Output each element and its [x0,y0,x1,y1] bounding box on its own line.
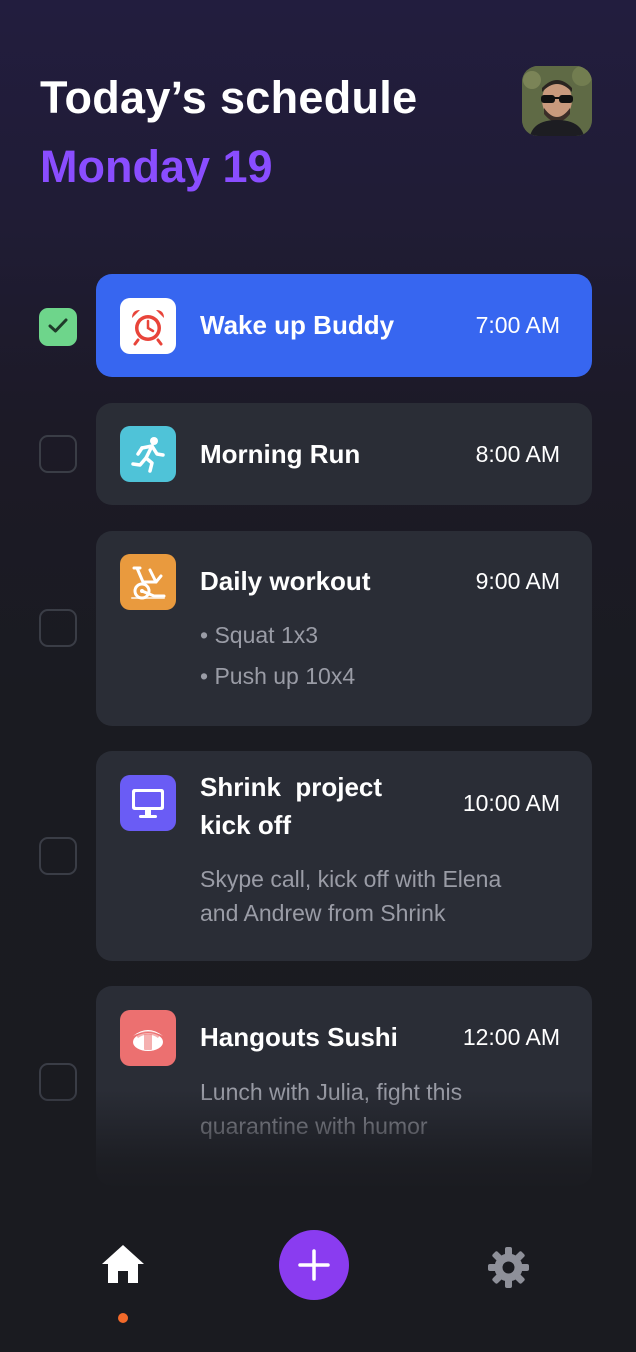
gear-icon [488,1247,529,1288]
exercise-bike-icon [131,566,166,600]
task-icon-box [120,426,176,482]
task-card[interactable]: Hangouts Sushi 12:00 AM Lunch with Julia… [96,986,592,1186]
task-title: Daily workout [200,566,371,596]
task-title-line: kick off [200,810,292,840]
home-icon [102,1245,144,1283]
bottom-nav [0,1200,636,1352]
add-task-button[interactable] [279,1230,349,1300]
task-checkbox[interactable] [39,308,77,346]
task-icon-box [120,298,176,354]
list-item: • Squat 1x3 [200,622,319,648]
date-subtitle: Monday 19 [40,141,273,192]
task-checkbox[interactable] [39,837,77,875]
active-tab-indicator [118,1313,128,1323]
task-subitems: • Squat 1x3 • Push up 10x4 [200,615,355,697]
checkmark-icon [48,318,68,333]
monitor-icon [132,789,164,818]
alarm-clock-icon [132,310,164,346]
nav-home-button[interactable] [99,1242,147,1286]
task-checkbox[interactable] [39,435,77,473]
task-icon-box [120,1010,176,1066]
task-card[interactable]: Daily workout 9:00 AM • Squat 1x3 • Push… [96,531,592,726]
task-checkbox[interactable] [39,609,77,647]
task-time: 8:00 AM [475,441,560,467]
task-title: Hangouts Sushi [200,1022,398,1052]
task-description-line: and Andrew from Shrink [200,900,446,926]
task-time: 7:00 AM [475,312,560,338]
task-title-line: Shrink project [200,772,383,802]
task-icon-box [120,554,176,610]
subitem-text: Squat 1x3 [214,622,319,648]
plus-icon [298,1249,330,1281]
running-person-icon [131,437,165,473]
task-title: Shrink project kick off [200,768,420,844]
task-description-line: quarantine with humor [200,1113,428,1139]
task-card[interactable]: Shrink project kick off 10:00 AM Skype c… [96,751,592,961]
subitem-text: Push up 10x4 [214,663,356,689]
task-description: Skype call, kick off with Elena and Andr… [200,862,570,930]
task-icon-box [120,775,176,831]
task-time: 10:00 AM [462,790,560,816]
task-title: Wake up Buddy [200,310,395,340]
task-description: Lunch with Julia, fight this quarantine … [200,1075,570,1143]
nav-settings-button[interactable] [486,1245,531,1290]
task-description-line: Skype call, kick off with Elena [200,866,502,892]
sushi-icon [133,1030,163,1051]
task-time: 12:00 AM [462,1024,560,1050]
task-time: 9:00 AM [475,568,560,594]
task-checkbox[interactable] [39,1063,77,1101]
task-description-line: Lunch with Julia, fight this [200,1079,463,1105]
task-card[interactable]: Morning Run 8:00 AM [96,403,592,505]
task-card[interactable]: Wake up Buddy 7:00 AM [96,274,592,377]
user-avatar-photo [522,66,592,136]
avatar[interactable] [522,66,592,136]
page-title: Today’s schedule [40,72,418,123]
list-item: • Push up 10x4 [200,663,356,689]
task-title: Morning Run [200,439,361,469]
